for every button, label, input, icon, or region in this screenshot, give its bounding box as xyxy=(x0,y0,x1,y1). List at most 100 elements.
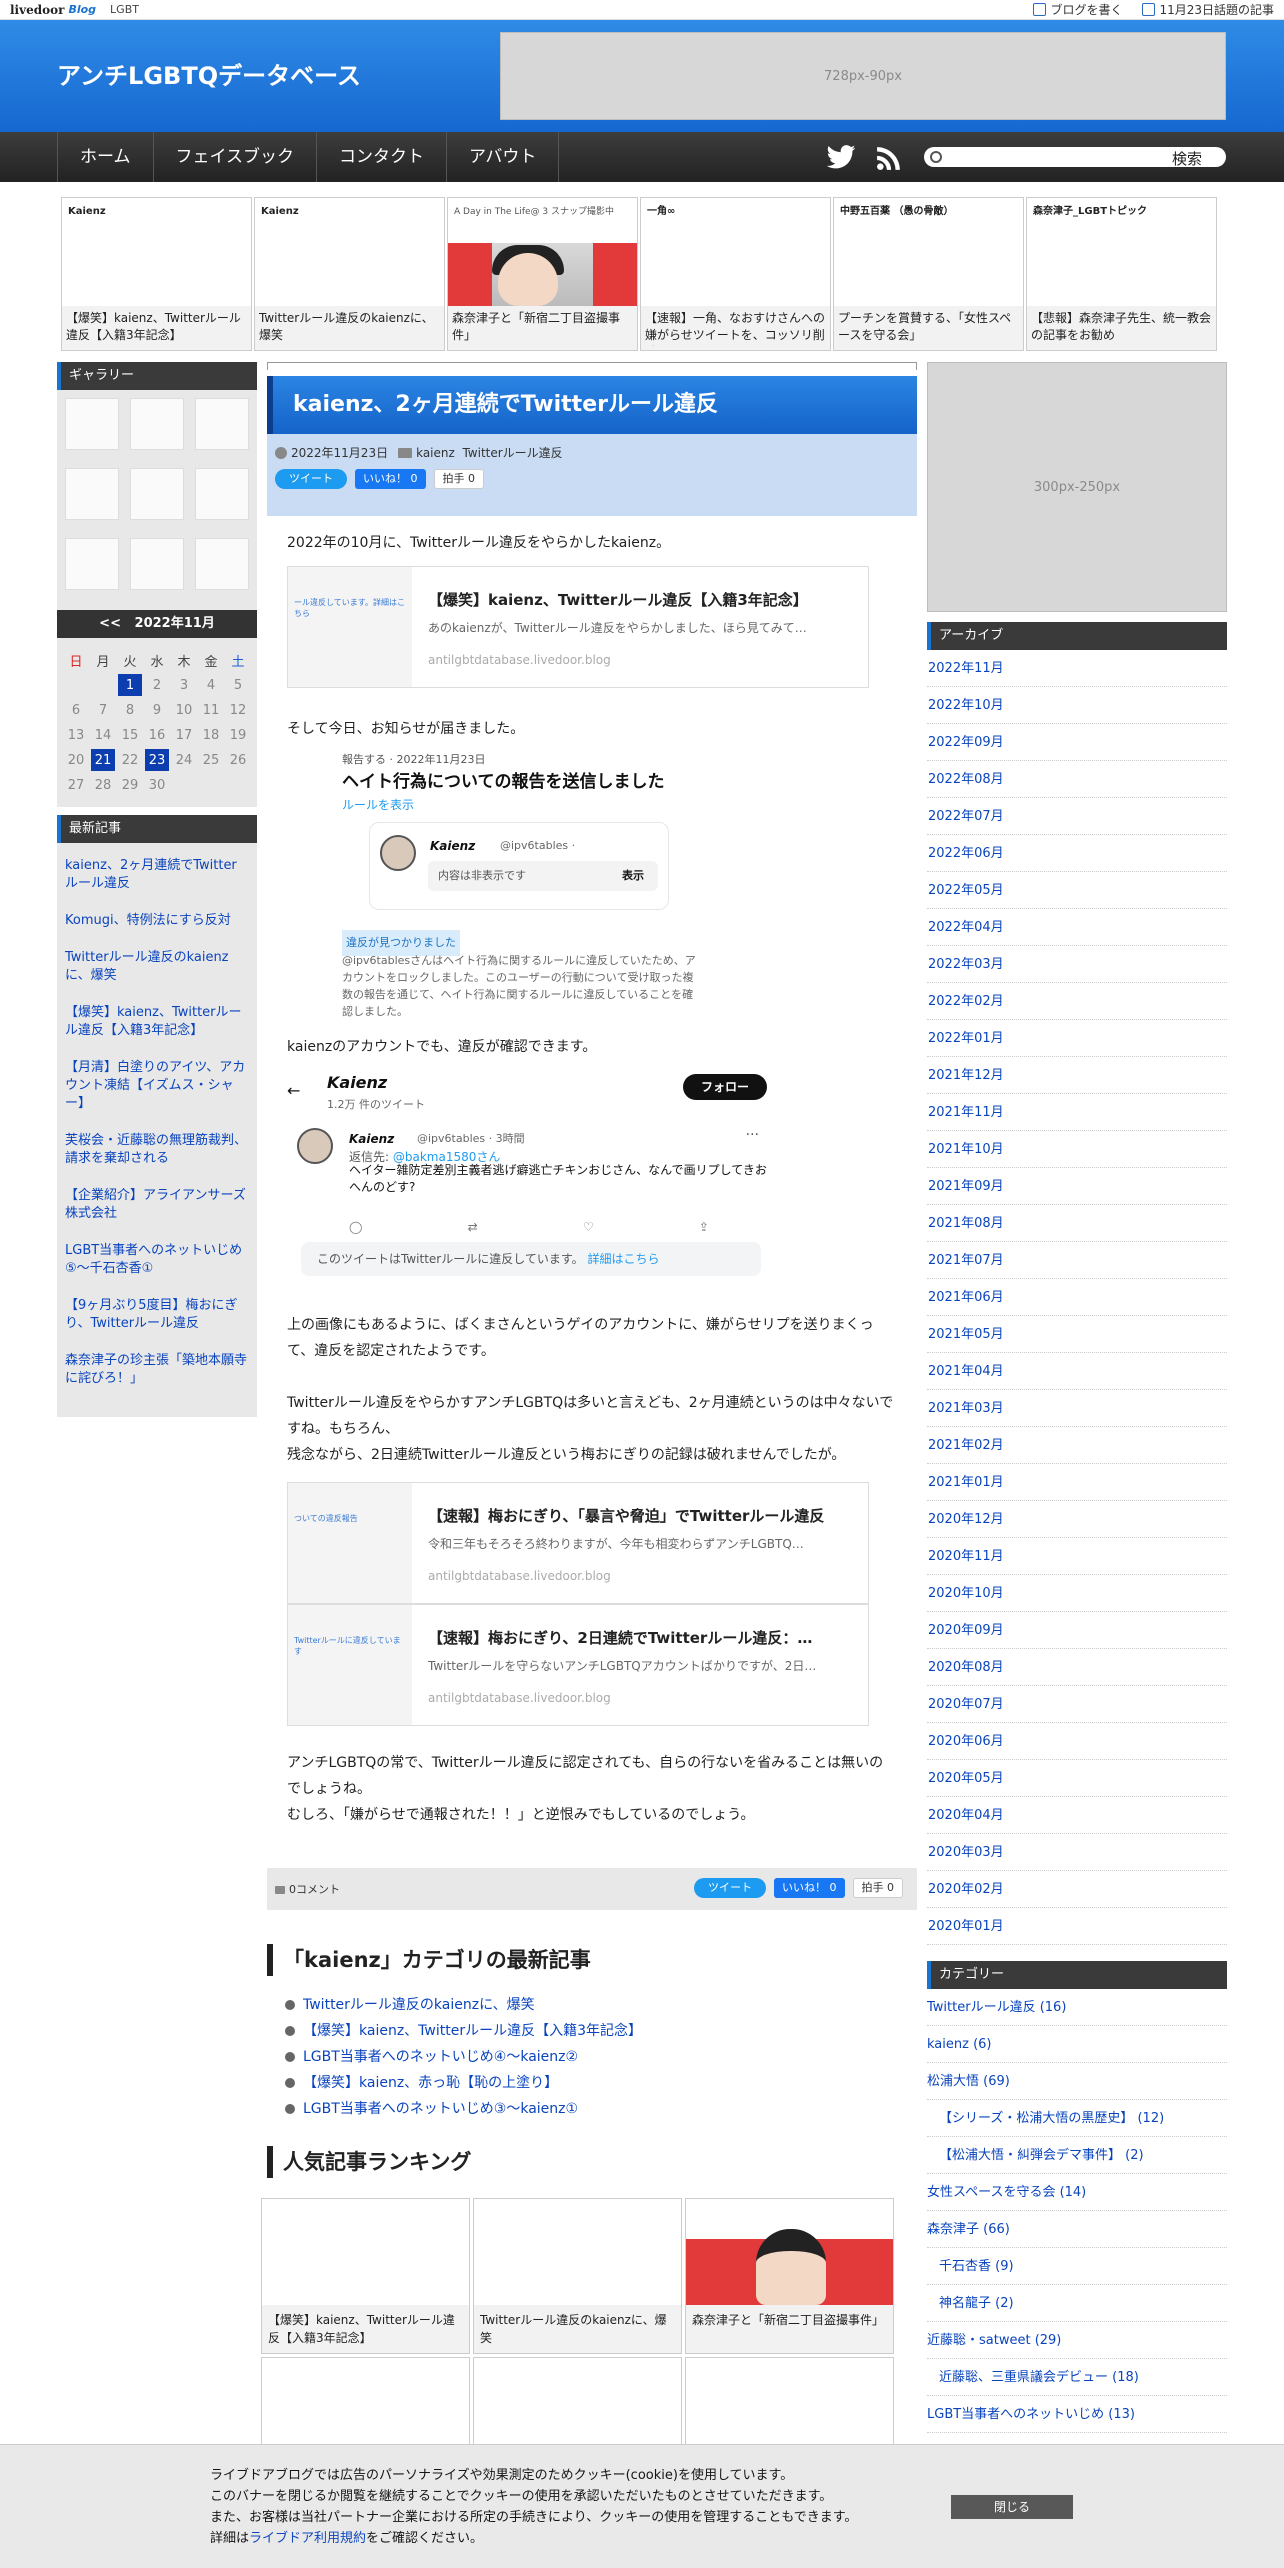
recent-item[interactable]: 【月清】白塗りのアイツ、アカウント凍結【イズムス・シャー】 xyxy=(65,1059,249,1113)
gallery-item[interactable] xyxy=(130,538,184,590)
category-item[interactable]: 【松浦大悟・糾弾会デマ事件】 (2) xyxy=(927,2137,1227,2174)
archive-item[interactable]: 2020年07月 xyxy=(927,1686,1227,1723)
archive-item[interactable]: 2021年07月 xyxy=(927,1242,1227,1279)
category-item[interactable]: 女性スペースを守る会 (14) xyxy=(927,2174,1227,2211)
archive-item[interactable]: 2022年04月 xyxy=(927,909,1227,946)
archive-item[interactable]: 2022年08月 xyxy=(927,761,1227,798)
twitter-icon[interactable] xyxy=(826,145,856,169)
ranking-item[interactable]: 森奈津子と「新宿二丁目盗撮事件」 xyxy=(685,2198,894,2354)
category-latest-item[interactable]: LGBT当事者へのネットいじめ③～kaienz① xyxy=(285,2096,917,2122)
archive-item[interactable]: 2021年12月 xyxy=(927,1057,1227,1094)
recent-item[interactable]: 【企業紹介】アライアンサーズ株式会社 xyxy=(65,1187,249,1223)
featured-thumb[interactable]: 中野五百薬 （愚の骨敵） プーチンを賞賛する、「女性スペースを守る会」 xyxy=(833,197,1024,351)
archive-item[interactable]: 2020年05月 xyxy=(927,1760,1227,1797)
link-card[interactable]: ール違反しています。詳細はこちら 【爆笑】kaienz、Twitterルール違反… xyxy=(287,566,869,688)
archive-item[interactable]: 2020年03月 xyxy=(927,1834,1227,1871)
article-title[interactable]: kaienz、2ヶ月連続でTwitterルール違反 xyxy=(267,376,917,434)
archive-item[interactable]: 2022年02月 xyxy=(927,983,1227,1020)
hakushu-button[interactable]: 拍手 0 xyxy=(852,1878,903,1898)
cookie-close-button[interactable]: 閉じる xyxy=(951,2495,1073,2519)
comments-link[interactable]: 0コメント xyxy=(275,1881,340,1897)
nav-about[interactable]: アバウト xyxy=(447,132,560,182)
write-blog-link[interactable]: ブログを書く xyxy=(1033,1,1122,18)
ranking-item[interactable]: Twitterルール違反のkaienzに、爆笑 xyxy=(473,2198,682,2354)
category-item[interactable]: 松浦大悟 (69) xyxy=(927,2063,1227,2100)
tweet-button[interactable]: ツイート xyxy=(275,469,347,489)
hakushu-button[interactable]: 拍手 0 xyxy=(433,469,484,489)
rss-icon[interactable] xyxy=(876,145,902,171)
category-link[interactable]: Twitterルール違反 xyxy=(462,446,562,460)
archive-item[interactable]: 2020年01月 xyxy=(927,1908,1227,1945)
recent-item[interactable]: 【9ヶ月ぶり5度目】梅おにぎり、Twitterルール違反 xyxy=(65,1297,249,1333)
like-button[interactable]: いいね！ 0 xyxy=(355,469,426,489)
tweet-button[interactable]: ツイート xyxy=(694,1878,766,1898)
today-articles-link[interactable]: 11月23日話題の記事 xyxy=(1142,1,1274,18)
gallery-item[interactable] xyxy=(130,398,184,450)
archive-item[interactable]: 2022年06月 xyxy=(927,835,1227,872)
site-title[interactable]: アンチLGBTQデータベース xyxy=(57,56,361,91)
calendar-day-linked[interactable]: 1 xyxy=(118,674,142,696)
archive-item[interactable]: 2021年10月 xyxy=(927,1131,1227,1168)
archive-item[interactable]: 2021年05月 xyxy=(927,1316,1227,1353)
archive-item[interactable]: 2022年01月 xyxy=(927,1020,1227,1057)
archive-item[interactable]: 2021年02月 xyxy=(927,1427,1227,1464)
archive-item[interactable]: 2020年02月 xyxy=(927,1871,1227,1908)
gallery-item[interactable] xyxy=(195,538,249,590)
category-item[interactable]: 森奈津子 (66) xyxy=(927,2211,1227,2248)
category-item[interactable]: 千石杏香 (9) xyxy=(927,2248,1227,2285)
category-item[interactable]: Twitterルール違反 (16) xyxy=(927,1989,1227,2026)
nav-contact[interactable]: コンタクト xyxy=(317,132,447,182)
category-item[interactable]: kaienz (6) xyxy=(927,2026,1227,2063)
ranking-item[interactable]: 【爆笑】kaienz、Twitterルール違反【入籍3年記念】 xyxy=(261,2198,470,2354)
recent-item[interactable]: 森奈津子の珍主張「築地本願寺に詫びろ！」 xyxy=(65,1352,249,1388)
calendar-prev[interactable]: << xyxy=(99,616,121,631)
archive-item[interactable]: 2021年03月 xyxy=(927,1390,1227,1427)
recent-item[interactable]: kaienz、2ヶ月連続でTwitterルール違反 xyxy=(65,857,249,893)
featured-thumb[interactable]: Kaienz 【爆笑】kaienz、Twitterルール違反【入籍3年記念】 xyxy=(61,197,252,351)
category-latest-item[interactable]: LGBT当事者へのネットいじめ④～kaienz② xyxy=(285,2044,917,2070)
category-item[interactable]: 近藤聡、三重県議会デビュー (18) xyxy=(927,2359,1227,2396)
category-item[interactable]: 近藤聡・satweet (29) xyxy=(927,2322,1227,2359)
category-link[interactable]: LGBT xyxy=(110,3,139,16)
archive-item[interactable]: 2022年11月 xyxy=(927,650,1227,687)
livedoor-logo[interactable]: livedoor xyxy=(10,3,64,17)
gallery-item[interactable] xyxy=(130,468,184,520)
recent-item[interactable]: 【爆笑】kaienz、Twitterルール違反【入籍3年記念】 xyxy=(65,1004,249,1040)
gallery-item[interactable] xyxy=(195,398,249,450)
archive-item[interactable]: 2021年08月 xyxy=(927,1205,1227,1242)
search-input[interactable] xyxy=(948,148,1148,166)
archive-item[interactable]: 2021年04月 xyxy=(927,1353,1227,1390)
livedoor-blog-logo[interactable]: Blog xyxy=(68,3,96,16)
archive-item[interactable]: 2021年01月 xyxy=(927,1464,1227,1501)
nav-home[interactable]: ホーム xyxy=(58,132,154,182)
archive-item[interactable]: 2022年09月 xyxy=(927,724,1227,761)
archive-item[interactable]: 2022年07月 xyxy=(927,798,1227,835)
gallery-item[interactable] xyxy=(195,468,249,520)
gallery-item[interactable] xyxy=(65,468,119,520)
archive-item[interactable]: 2020年09月 xyxy=(927,1612,1227,1649)
recent-item[interactable]: 芙桜会・近藤聡の無理筋裁判、請求を棄却される xyxy=(65,1132,249,1168)
category-link[interactable]: kaienz xyxy=(416,446,455,460)
gallery-item[interactable] xyxy=(65,538,119,590)
archive-item[interactable]: 2020年10月 xyxy=(927,1575,1227,1612)
nav-facebook[interactable]: フェイスブック xyxy=(154,132,317,182)
featured-thumb[interactable]: 一角∞ 【速報】一角、なおすけさんへの嫌がらせツイートを、コッソリ削除 xyxy=(640,197,831,351)
featured-thumb[interactable]: 森奈津子_LGBTトピック 【悲報】森奈津子先生、統一教会の記事をお勧め xyxy=(1026,197,1217,351)
archive-item[interactable]: 2021年11月 xyxy=(927,1094,1227,1131)
archive-item[interactable]: 2020年06月 xyxy=(927,1723,1227,1760)
category-latest-item[interactable]: 【爆笑】kaienz、Twitterルール違反【入籍3年記念】 xyxy=(285,2018,917,2044)
link-card[interactable]: Twitterルールに違反しています 【速報】梅おにぎり、2日連続でTwitte… xyxy=(287,1604,869,1726)
like-button[interactable]: いいね！ 0 xyxy=(774,1878,845,1898)
category-item[interactable]: 神名龍子 (2) xyxy=(927,2285,1227,2322)
archive-item[interactable]: 2022年05月 xyxy=(927,872,1227,909)
featured-thumb[interactable]: A Day in The Life@ 3 スナップ撮影中 森奈津子と「新宿二丁目… xyxy=(447,197,638,351)
calendar-day-linked[interactable]: 21 xyxy=(91,749,115,771)
link-card[interactable]: ついての違反報告 【速報】梅おにぎり、「暴言や脅迫」でTwitterルール違反 … xyxy=(287,1482,869,1604)
recent-item[interactable]: Twitterルール違反のkaienzに、爆笑 xyxy=(65,949,249,985)
archive-item[interactable]: 2022年03月 xyxy=(927,946,1227,983)
calendar-day-linked[interactable]: 23 xyxy=(145,749,169,771)
recent-item[interactable]: Komugi、特例法にすら反対 xyxy=(65,912,249,930)
archive-item[interactable]: 2020年12月 xyxy=(927,1501,1227,1538)
archive-item[interactable]: 2020年08月 xyxy=(927,1649,1227,1686)
archive-item[interactable]: 2020年04月 xyxy=(927,1797,1227,1834)
